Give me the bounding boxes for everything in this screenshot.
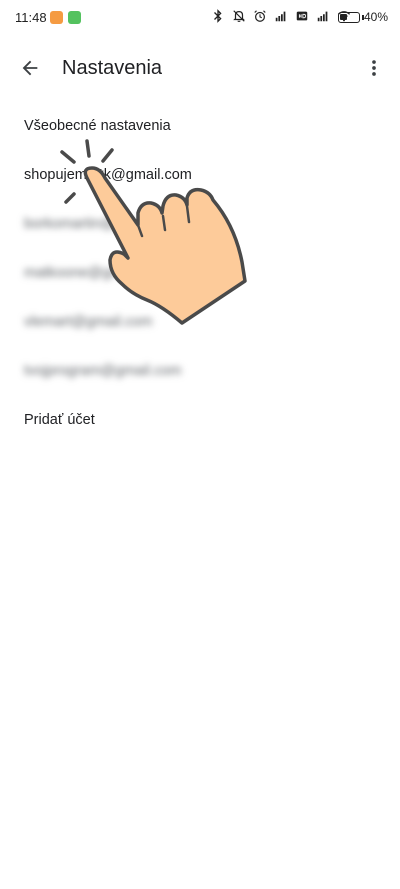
settings-item-label: shopujem***k@gmail.com (24, 167, 192, 183)
account-item[interactable]: shopujem***k@gmail.com (0, 151, 400, 199)
notification-app-icon-2 (68, 11, 81, 24)
settings-item-label: Všeobecné nastavenia (24, 118, 171, 134)
general-settings-item[interactable]: Všeobecné nastavenia (0, 102, 400, 150)
status-icons (210, 9, 352, 23)
battery-level (340, 14, 347, 20)
page-title: Nastavenia (62, 57, 163, 79)
settings-item-label: vlemart@gmail.com (24, 314, 153, 330)
battery-percent: 40% (364, 10, 388, 24)
status-time: 11:48 (15, 10, 47, 25)
settings-item-label: Pridať účet (24, 412, 95, 428)
settings-item-label: tvojprogram@gmail.com (24, 363, 182, 379)
battery-icon (338, 12, 360, 23)
signal-icon-2 (317, 11, 328, 22)
arrow-back-icon (22, 60, 38, 76)
hd-icon (296, 11, 308, 21)
battery-percent-unit: % (377, 10, 388, 24)
account-item[interactable]: matkoone@gmail.com (0, 249, 400, 297)
settings-item-label: borkomartin@gmail.com (24, 216, 182, 232)
bluetooth-icon (214, 9, 222, 23)
battery-percent-value: 40 (363, 10, 378, 24)
back-button[interactable] (12, 50, 48, 86)
add-account-item[interactable]: Pridať účet (0, 396, 400, 444)
account-item[interactable]: vlemart@gmail.com (0, 298, 400, 346)
account-item[interactable]: tvojprogram@gmail.com (0, 347, 400, 395)
notification-app-icon (50, 11, 63, 24)
status-bar: 11:48 40% (0, 0, 400, 36)
settings-item-label: matkoone@gmail.com (24, 265, 169, 281)
more-options-button[interactable] (356, 50, 392, 86)
alarm-icon (254, 10, 266, 22)
bell-off-icon (233, 10, 245, 22)
signal-icon (275, 11, 286, 22)
more-vert-icon (372, 60, 376, 76)
app-bar: Nastavenia (0, 36, 400, 100)
account-item[interactable]: borkomartin@gmail.com (0, 200, 400, 248)
